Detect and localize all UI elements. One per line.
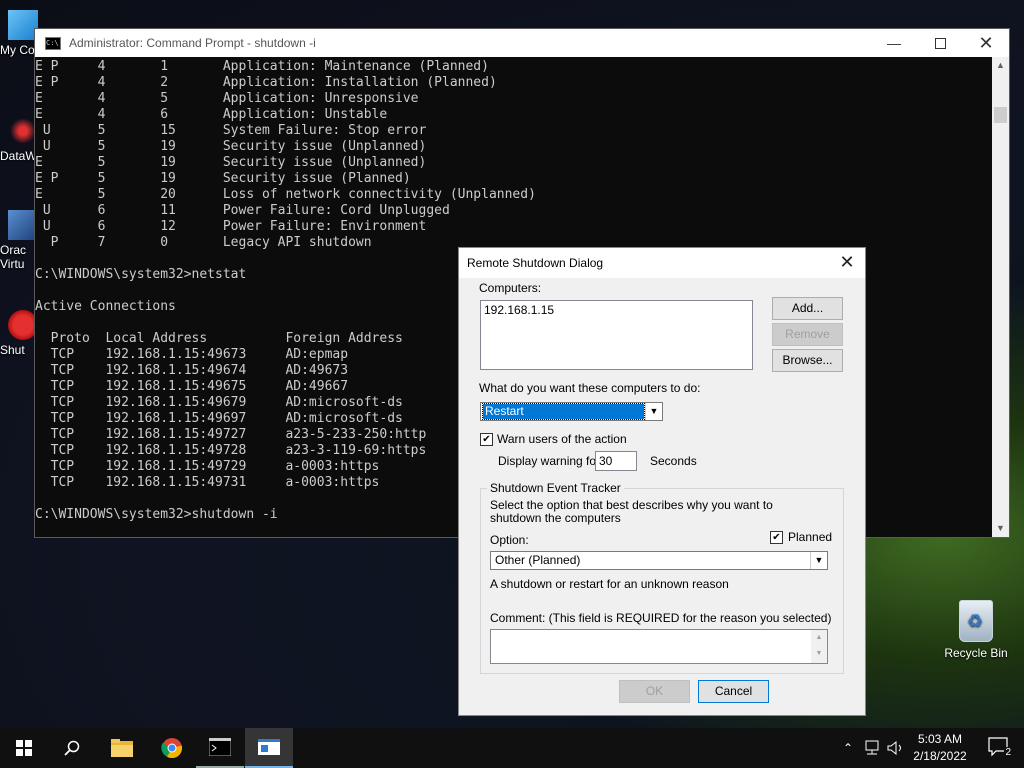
remote-shutdown-dialog: Remote Shutdown Dialog ✕ Computers: 192.… xyxy=(458,247,866,716)
planned-checkbox[interactable]: ✔ xyxy=(770,531,783,544)
console-line: E P 4 1 Application: Maintenance (Planne… xyxy=(35,59,489,74)
chevron-up-icon[interactable]: ⌃ xyxy=(838,741,858,755)
minimize-button[interactable]: — xyxy=(871,29,917,57)
console-line: U 5 15 System Failure: Stop error xyxy=(35,123,427,138)
console-line: E P 5 19 Security issue (Planned) xyxy=(35,171,411,186)
network-icon[interactable] xyxy=(862,740,882,756)
taskbar-shutdown-dialog[interactable] xyxy=(245,728,293,768)
add-button[interactable]: Add... xyxy=(772,297,843,320)
close-icon: ✕ xyxy=(978,32,994,53)
search-icon xyxy=(64,740,80,756)
taskbar-chrome[interactable] xyxy=(148,728,196,768)
remove-button[interactable]: Remove xyxy=(772,323,843,346)
recycle-bin-icon: ♻ xyxy=(959,600,993,642)
volume-icon[interactable] xyxy=(886,740,906,756)
desktop-icon-recycle-bin[interactable]: ♻ Recycle Bin xyxy=(940,600,1012,660)
cancel-button[interactable]: Cancel xyxy=(698,680,769,703)
chevron-down-icon[interactable]: ▼ xyxy=(810,552,827,569)
ok-button[interactable]: OK xyxy=(619,680,690,703)
warn-users-label[interactable]: Warn users of the action xyxy=(497,432,627,446)
close-button[interactable]: ✕ xyxy=(963,29,1009,57)
dialog-title-bar[interactable]: Remote Shutdown Dialog ✕ xyxy=(459,248,865,278)
scroll-down-icon[interactable]: ▼ xyxy=(992,520,1009,537)
warn-users-checkbox[interactable]: ✔ xyxy=(480,433,493,446)
taskbar-command-prompt[interactable] xyxy=(196,728,244,768)
seconds-label: Seconds xyxy=(650,454,697,468)
start-button[interactable] xyxy=(0,728,48,768)
cmd-window-title: Administrator: Command Prompt - shutdown… xyxy=(69,36,316,50)
windows-logo-icon xyxy=(16,740,32,756)
comment-textarea[interactable]: ▲ ▼ xyxy=(490,629,828,664)
dialog-window-icon xyxy=(258,739,280,755)
folder-icon xyxy=(111,739,133,757)
maximize-icon xyxy=(934,37,946,49)
console-line: U 6 12 Power Failure: Environment xyxy=(35,219,427,234)
search-button[interactable] xyxy=(48,728,96,768)
console-line: E 4 6 Application: Unstable xyxy=(35,107,388,122)
desktop-icon-label: Orac Virtu xyxy=(0,243,27,271)
maximize-button[interactable] xyxy=(917,29,963,57)
desktop-icon-label: DataW xyxy=(0,149,37,163)
cmd-app-icon: C:\ xyxy=(45,36,61,50)
tracker-description: Select the option that best describes wh… xyxy=(490,498,773,525)
tracker-group-title: Shutdown Event Tracker xyxy=(487,481,624,495)
console-line: E P 4 2 Application: Installation (Plann… xyxy=(35,75,497,90)
dialog-title: Remote Shutdown Dialog xyxy=(467,256,604,270)
notification-count: 2 xyxy=(1004,747,1012,758)
console-line: E 4 5 Application: Unresponsive xyxy=(35,91,419,106)
scroll-up-icon[interactable]: ▲ xyxy=(992,57,1009,74)
desktop-icon-label: My Co xyxy=(0,43,35,57)
computer-list-item[interactable]: 192.168.1.15 xyxy=(481,301,752,319)
planned-label[interactable]: Planned xyxy=(788,530,832,544)
action-label: What do you want these computers to do: xyxy=(479,381,701,395)
comment-label: Comment: (This field is REQUIRED for the… xyxy=(490,611,832,625)
desktop-icon-label: Recycle Bin xyxy=(944,646,1008,660)
dialog-close-icon[interactable]: ✕ xyxy=(835,252,859,273)
action-select[interactable]: Restart ▼ xyxy=(480,402,663,421)
chevron-down-icon[interactable]: ▼ xyxy=(645,403,662,420)
option-select[interactable]: Other (Planned) ▼ xyxy=(490,551,828,570)
taskbar-file-explorer[interactable] xyxy=(98,728,146,768)
console-line: U 6 11 Power Failure: Cord Unplugged xyxy=(35,203,450,218)
option-description: A shutdown or restart for an unknown rea… xyxy=(490,577,729,591)
console-line: E 5 20 Loss of network connectivity (Unp… xyxy=(35,187,536,202)
taskbar: ⌃ 5:03 AM 2/18/2022 2 xyxy=(0,728,1024,768)
scrollbar-thumb[interactable] xyxy=(994,107,1007,123)
console-line: E 5 19 Security issue (Unplanned) xyxy=(35,155,427,170)
minimize-icon: — xyxy=(887,35,901,51)
console-line: U 5 19 Security issue (Unplanned) xyxy=(35,139,427,154)
computers-list[interactable]: 192.168.1.15 xyxy=(480,300,753,370)
notification-center-button[interactable]: 2 xyxy=(988,736,1012,758)
computers-label: Computers: xyxy=(479,281,542,295)
cmd-title-bar[interactable]: C:\ Administrator: Command Prompt - shut… xyxy=(35,29,1009,57)
warning-seconds-input[interactable]: 30 xyxy=(595,451,637,471)
comment-scrollbar[interactable]: ▲ ▼ xyxy=(811,630,827,663)
system-tray: ⌃ xyxy=(838,728,906,768)
taskbar-clock[interactable]: 5:03 AM 2/18/2022 xyxy=(906,731,974,765)
option-select-value: Other (Planned) xyxy=(495,553,581,567)
display-warning-label: Display warning for xyxy=(498,454,601,468)
clock-date: 2/18/2022 xyxy=(913,749,967,763)
action-select-value: Restart xyxy=(482,403,645,420)
clock-time: 5:03 AM xyxy=(917,732,963,746)
option-label: Option: xyxy=(490,533,529,547)
browse-button[interactable]: Browse... xyxy=(772,349,843,372)
desktop-icon-label: Shut xyxy=(0,343,25,357)
vertical-scrollbar[interactable]: ▲ ▼ xyxy=(992,57,1009,537)
chrome-icon xyxy=(161,738,183,759)
terminal-icon xyxy=(209,738,231,756)
warning-seconds-value: 30 xyxy=(599,454,613,468)
